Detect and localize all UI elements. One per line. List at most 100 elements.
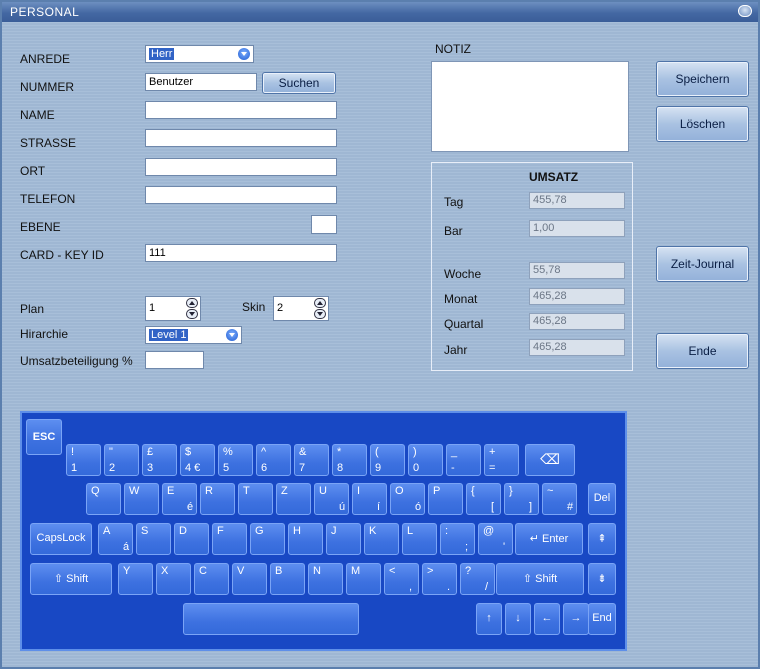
- key-top-label: O: [395, 485, 404, 497]
- key-X[interactable]: X: [156, 563, 191, 595]
- key-)[interactable]: ) 0: [408, 444, 443, 476]
- key-Q[interactable]: Q: [86, 483, 121, 515]
- backspace-icon: ⌫: [540, 451, 560, 467]
- key-+[interactable]: + =: [484, 444, 519, 476]
- monat-label: Monat: [444, 292, 478, 306]
- ort-input[interactable]: [145, 158, 337, 176]
- key-K[interactable]: K: [364, 523, 399, 555]
- key-B[interactable]: B: [270, 563, 305, 595]
- delete-button[interactable]: Löschen: [656, 106, 749, 142]
- key-I[interactable]: Ií: [352, 483, 387, 515]
- key-^[interactable]: ^ 6: [256, 444, 291, 476]
- key-N[interactable]: N: [308, 563, 343, 595]
- ebene-input[interactable]: [311, 215, 337, 234]
- nummer-input[interactable]: Benutzer: [145, 73, 257, 91]
- key-%[interactable]: % 5: [218, 444, 253, 476]
- key-R[interactable]: R: [200, 483, 235, 515]
- key-Z[interactable]: Z: [276, 483, 311, 515]
- key-arrow-3[interactable]: →: [563, 603, 589, 635]
- key-arrow-2[interactable]: ←: [534, 603, 560, 635]
- key-G[interactable]: G: [250, 523, 285, 555]
- key-?[interactable]: ? /: [460, 563, 495, 595]
- key-top-label: ): [413, 446, 417, 458]
- key-shift-right[interactable]: ⇧ Shift: [496, 563, 584, 595]
- card-key-label: CARD - KEY ID: [20, 248, 104, 262]
- window-control-icon[interactable]: [738, 5, 752, 17]
- key-W[interactable]: W: [124, 483, 159, 515]
- strasse-input[interactable]: [145, 129, 337, 147]
- key-A[interactable]: Aá: [98, 523, 133, 555]
- key-_[interactable]: _ -: [446, 444, 481, 476]
- key-Y[interactable]: Y: [118, 563, 153, 595]
- key-pagedown[interactable]: ⇟: [588, 563, 616, 595]
- notiz-textarea[interactable]: [431, 61, 629, 152]
- spin-up-icon[interactable]: [314, 298, 326, 308]
- key-&[interactable]: & 7: [294, 444, 329, 476]
- key-del[interactable]: Del: [588, 483, 616, 515]
- key-pageup[interactable]: ⇞: [588, 523, 616, 555]
- search-button[interactable]: Suchen: [262, 72, 336, 94]
- key-U[interactable]: Uú: [314, 483, 349, 515]
- key-D[interactable]: D: [174, 523, 209, 555]
- skin-stepper[interactable]: [314, 298, 326, 320]
- key-backspace[interactable]: ⌫: [525, 444, 575, 476]
- key-*[interactable]: * 8: [332, 444, 367, 476]
- anrede-select[interactable]: Herr: [145, 45, 254, 63]
- key-T[interactable]: T: [238, 483, 273, 515]
- key-V[interactable]: V: [232, 563, 267, 595]
- spin-up-icon[interactable]: [186, 298, 198, 308]
- key-H[interactable]: H: [288, 523, 323, 555]
- key-([interactable]: (9: [370, 444, 405, 476]
- key-J[interactable]: J: [326, 523, 361, 555]
- name-input[interactable]: [145, 101, 337, 119]
- dropdown-arrow-icon[interactable]: [238, 48, 250, 60]
- key-end[interactable]: End: [588, 603, 616, 635]
- spin-down-icon[interactable]: [314, 309, 326, 319]
- skin-spinner[interactable]: 2: [273, 296, 329, 321]
- hirarchie-select[interactable]: Level 1: [145, 326, 242, 344]
- key-enter[interactable]: ↵ Enter: [515, 523, 583, 555]
- key-$[interactable]: $4 €: [180, 444, 215, 476]
- key-bottom-label: é: [187, 501, 194, 513]
- key-bottom-label: 2: [109, 462, 116, 474]
- umsatzbeteiligung-input[interactable]: [145, 351, 204, 369]
- telefon-input[interactable]: [145, 186, 337, 204]
- key-label: ↵ Enter: [529, 533, 569, 545]
- key-E[interactable]: Eé: [162, 483, 197, 515]
- dropdown-arrow-icon[interactable]: [226, 329, 238, 341]
- zeit-journal-button[interactable]: Zeit-Journal: [656, 246, 749, 282]
- spin-down-icon[interactable]: [186, 309, 198, 319]
- key-C[interactable]: C: [194, 563, 229, 595]
- on-screen-keyboard: ESC ⌫ Del CapsLock ↵ Enter ⇞ ⇧ Shift ⇧ S…: [20, 411, 627, 651]
- plan-stepper[interactable]: [186, 298, 198, 320]
- key-}[interactable]: }]: [504, 483, 539, 515]
- key-![interactable]: ! 1: [66, 444, 101, 476]
- key-"[interactable]: " 2: [104, 444, 139, 476]
- key-:[interactable]: :;: [440, 523, 475, 555]
- key-top-label: <: [389, 565, 396, 577]
- key-M[interactable]: M: [346, 563, 381, 595]
- key-arrow-0[interactable]: ↑: [476, 603, 502, 635]
- key-arrow-1[interactable]: ↓: [505, 603, 531, 635]
- key-space[interactable]: [183, 603, 359, 635]
- key-~[interactable]: ~ #: [542, 483, 577, 515]
- key->[interactable]: >.: [422, 563, 457, 595]
- key-<[interactable]: <,: [384, 563, 419, 595]
- key-F[interactable]: F: [212, 523, 247, 555]
- key-top-label: K: [369, 525, 377, 537]
- key-@[interactable]: @ ': [478, 523, 513, 555]
- plan-spinner[interactable]: 1: [145, 296, 201, 321]
- key-L[interactable]: L: [402, 523, 437, 555]
- anrede-value: Herr: [149, 48, 175, 60]
- key-capslock[interactable]: CapsLock: [30, 523, 92, 555]
- ende-button[interactable]: Ende: [656, 333, 749, 369]
- key-O[interactable]: Oó: [390, 483, 425, 515]
- key-£[interactable]: £3: [142, 444, 177, 476]
- key-P[interactable]: P: [428, 483, 463, 515]
- key-{[interactable]: {[: [466, 483, 501, 515]
- key-esc[interactable]: ESC: [26, 419, 62, 455]
- key-shift-left[interactable]: ⇧ Shift: [30, 563, 112, 595]
- save-button[interactable]: Speichern: [656, 61, 749, 97]
- key-S[interactable]: S: [136, 523, 171, 555]
- card-key-input[interactable]: 111: [145, 244, 337, 262]
